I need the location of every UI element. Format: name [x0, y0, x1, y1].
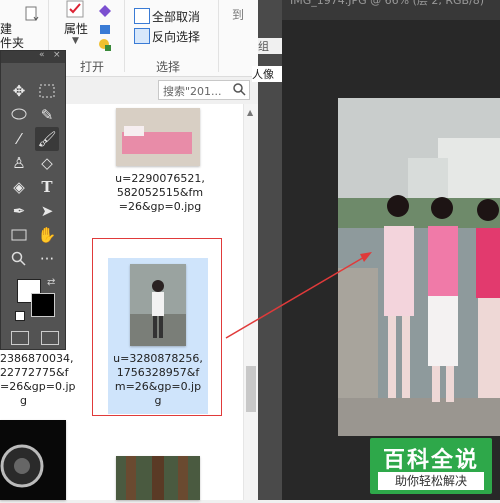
watermark-title: 百科全说: [382, 448, 479, 473]
watermark-subtitle: 助你轻松解决: [378, 472, 484, 490]
annotation-arrow: [225, 252, 372, 339]
baike-watermark-logo: 百科全说 助你轻松解决: [370, 438, 492, 494]
